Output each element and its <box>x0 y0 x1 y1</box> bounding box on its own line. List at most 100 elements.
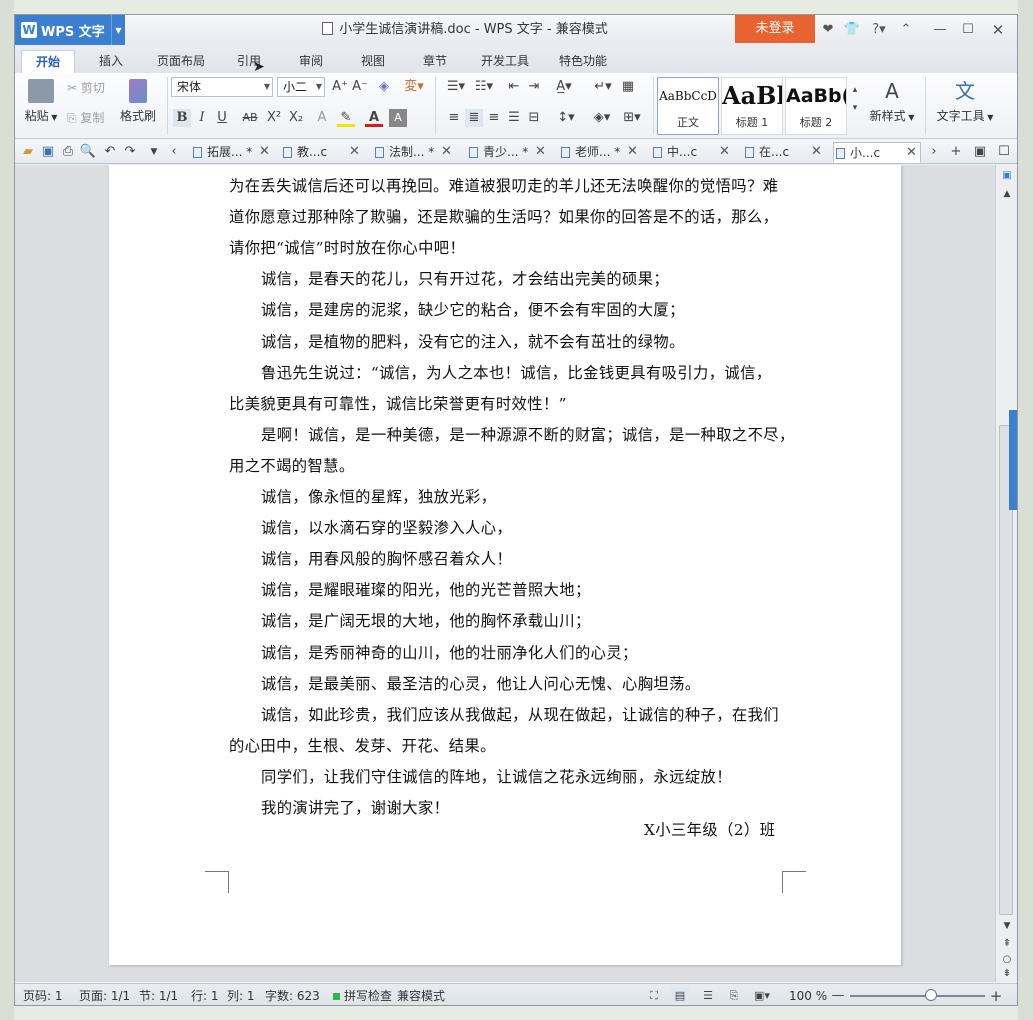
close-icon[interactable]: ✕ <box>259 142 270 162</box>
close-icon[interactable]: ✕ <box>719 142 730 162</box>
close-icon[interactable]: ✕ <box>906 143 917 163</box>
strikethrough-icon[interactable]: AB <box>241 109 259 127</box>
status-row[interactable]: 行: 1 <box>191 984 219 1005</box>
zoom-slider[interactable] <box>850 995 985 997</box>
chevron-down-icon[interactable]: ▼ <box>111 15 125 45</box>
chevron-right-icon[interactable]: › <box>925 143 943 161</box>
tab-developer[interactable]: 开发工具 <box>473 50 537 73</box>
fullscreen-view-icon[interactable]: ⛶ <box>645 987 663 1005</box>
doc-tab-active[interactable]: 小...c ✕ <box>833 142 921 163</box>
align-right-icon[interactable]: ≡ <box>485 109 503 127</box>
minimize-icon[interactable]: — <box>929 15 951 45</box>
redo-icon[interactable]: ↷ <box>121 143 139 161</box>
border-icon[interactable]: ⊞▾ <box>619 109 645 127</box>
vertical-scrollbar[interactable]: ▣ ▲ ▼ ⇞ ○ ⇟ <box>995 165 1017 983</box>
bold-icon[interactable]: B <box>173 109 191 127</box>
chevron-left-icon[interactable]: ‹ <box>165 143 183 161</box>
new-tab-icon[interactable]: + <box>947 143 965 161</box>
tab-page-layout[interactable]: 页面布局 <box>149 50 213 73</box>
zoom-in-icon[interactable]: + <box>987 987 1005 1005</box>
chevron-down-icon[interactable]: ▼ <box>145 143 163 161</box>
print-icon[interactable]: ⎙ <box>59 143 77 161</box>
web-view-icon[interactable]: ⎘ <box>725 987 743 1005</box>
font-color-icon[interactable]: A <box>365 109 383 127</box>
bullets-icon[interactable]: ☰▾ <box>443 78 469 96</box>
shading-icon[interactable]: ◈▾ <box>589 109 615 127</box>
styles-scroll-icon[interactable]: ▴ ▾ <box>849 81 861 113</box>
table-icon[interactable]: ▦ <box>619 78 637 96</box>
clear-format-icon[interactable]: ◈ <box>375 78 393 96</box>
spell-check-toggle[interactable]: 拼写检查 <box>333 984 392 1005</box>
status-pages[interactable]: 页面: 1/1 <box>79 984 130 1005</box>
zoom-out-icon[interactable]: — <box>829 987 847 1005</box>
close-icon[interactable]: ✕ <box>349 142 360 162</box>
underline-icon[interactable]: U <box>213 109 231 127</box>
phonetic-icon[interactable]: 変▾ <box>401 78 427 96</box>
grow-font-icon[interactable]: A⁺ <box>331 78 349 96</box>
style-normal[interactable]: AaBbCcD 正文 <box>657 77 719 135</box>
tab-references[interactable]: 引用 <box>225 50 273 73</box>
page-view-icon[interactable]: ▤ <box>671 987 689 1005</box>
close-icon[interactable]: ✕ <box>811 142 822 162</box>
format-painter-button[interactable]: 格式刷 <box>115 79 161 124</box>
doc-tab[interactable]: 老师... * ✕ <box>559 142 639 163</box>
distribute-icon[interactable]: ⊟ <box>525 109 543 127</box>
new-style-button[interactable]: A 新样式 ▼ <box>865 79 919 124</box>
doc-tab[interactable]: 法制... * ✕ <box>373 142 453 163</box>
shrink-font-icon[interactable]: A⁻ <box>351 78 369 96</box>
scroll-up-icon[interactable]: ▲ <box>998 185 1016 203</box>
tab-menu-icon[interactable]: ▣ <box>971 143 989 161</box>
decrease-indent-icon[interactable]: ⇤ <box>505 78 523 96</box>
zoom-level[interactable]: 100 % <box>789 984 827 1005</box>
close-icon[interactable]: ✕ <box>535 142 546 162</box>
text-tools-button[interactable]: 文 文字工具 ▼ <box>933 79 997 124</box>
document-page[interactable]: 为在丢失诚信后还可以再挽回。难道被狠叨走的羊儿还无法唤醒你的觉悟吗？难 道你愿意过… <box>109 165 901 965</box>
font-name-select[interactable]: 宋体 ▼ <box>171 77 273 97</box>
superscript-icon[interactable]: X² <box>265 109 283 127</box>
status-section[interactable]: 节: 1/1 <box>139 984 178 1005</box>
paste-button[interactable]: 粘贴 ▼ <box>21 79 61 124</box>
app-menu-button[interactable]: W WPS 文字 ▼ <box>15 15 125 45</box>
shirt-icon[interactable]: 👕 <box>841 15 863 45</box>
highlight-icon[interactable]: ✎ <box>337 109 355 127</box>
save-icon[interactable]: ▣ <box>39 143 57 161</box>
increase-indent-icon[interactable]: ⇥ <box>525 78 543 96</box>
heart-icon[interactable]: ❤ <box>817 15 839 45</box>
tab-home[interactable]: 开始 <box>21 50 75 73</box>
status-word-count[interactable]: 字数: 623 <box>265 984 320 1005</box>
close-icon[interactable]: ✕ <box>987 15 1009 45</box>
doc-tab[interactable]: 青少... * ✕ <box>467 142 547 163</box>
style-heading-1[interactable]: AaBl 标题 1 <box>721 77 783 135</box>
navigation-icon[interactable]: ▣ <box>998 167 1016 185</box>
outline-view-icon[interactable]: ☰ <box>699 987 717 1005</box>
doc-tab[interactable]: 中...c ✕ <box>651 142 731 163</box>
line-spacing-icon[interactable]: ↕▾ <box>553 109 579 127</box>
italic-icon[interactable]: I <box>193 109 211 127</box>
tab-view[interactable]: 视图 <box>349 50 397 73</box>
justify-icon[interactable]: ☰ <box>505 109 523 127</box>
close-icon[interactable]: ✕ <box>627 142 638 162</box>
align-left-icon[interactable]: ≡ <box>445 109 463 127</box>
close-icon[interactable]: ✕ <box>441 142 452 162</box>
tab-insert[interactable]: 插入 <box>87 50 135 73</box>
doc-tab[interactable]: 在...c ✕ <box>743 142 823 163</box>
login-button[interactable]: 未登录 <box>735 15 815 43</box>
style-heading-2[interactable]: AaBb( 标题 2 <box>785 77 847 135</box>
tab-chapter[interactable]: 章节 <box>411 50 459 73</box>
chinese-layout-icon[interactable]: A̲▾ <box>551 78 577 96</box>
undo-icon[interactable]: ↶ <box>101 143 119 161</box>
tab-options-icon[interactable]: ☐ <box>995 143 1013 161</box>
collapse-icon[interactable]: ⌃ <box>895 15 917 45</box>
show-marks-icon[interactable]: ↵▾ <box>591 78 615 96</box>
subscript-icon[interactable]: X₂ <box>287 109 305 127</box>
align-center-icon[interactable]: ≣ <box>465 109 483 127</box>
maximize-icon[interactable]: ☐ <box>957 15 979 45</box>
next-page-icon[interactable]: ⇟ <box>998 965 1016 983</box>
numbering-icon[interactable]: ☷▾ <box>471 78 497 96</box>
help-icon[interactable]: ?▾ <box>865 15 893 45</box>
zoom-slider-handle[interactable] <box>925 989 937 1001</box>
doc-tab[interactable]: 教...c ✕ <box>281 142 361 163</box>
read-mode-icon[interactable]: ▣▾ <box>749 987 775 1005</box>
cut-button[interactable]: ✂ 剪切 <box>67 79 105 96</box>
tab-review[interactable]: 审阅 <box>287 50 335 73</box>
